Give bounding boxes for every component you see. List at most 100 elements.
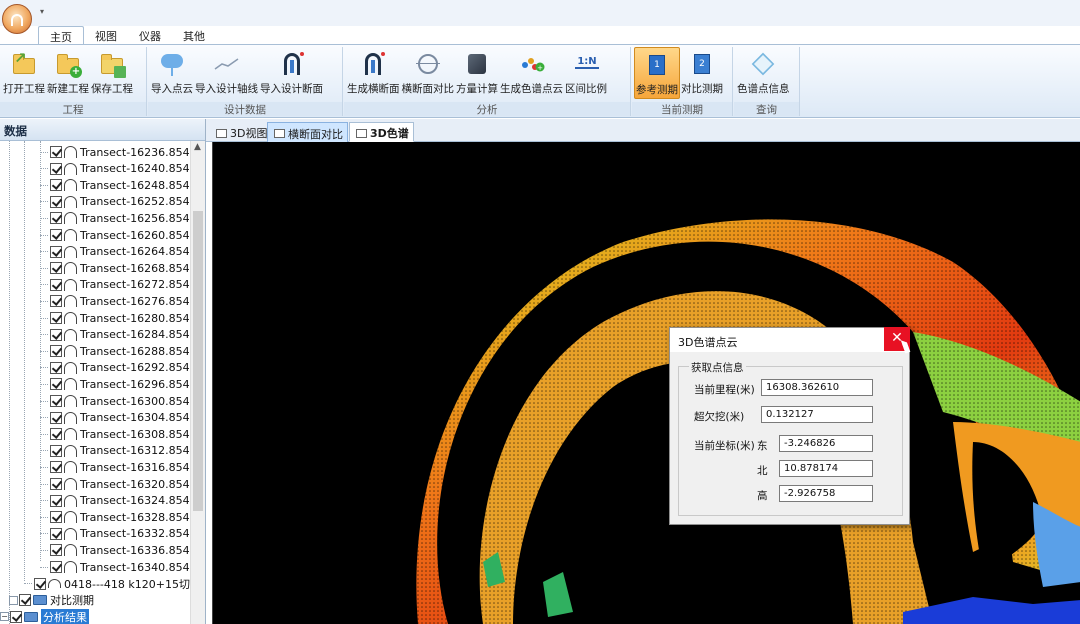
section-outline-icon bbox=[48, 579, 61, 589]
transect-item[interactable]: Transect-16300.854300 bbox=[40, 393, 190, 409]
save-project-button[interactable]: 保存工程 bbox=[90, 47, 134, 99]
generate-cross-section-button[interactable]: 生成横断面 bbox=[346, 47, 401, 99]
transect-item[interactable]: Transect-16264.854300 bbox=[40, 244, 190, 260]
transect-item[interactable]: Transect-16320.854300 bbox=[40, 476, 190, 492]
checkbox-checked[interactable] bbox=[50, 212, 62, 225]
interval-ratio-button[interactable]: 1:N 区间比例 bbox=[564, 47, 608, 99]
checkbox-checked[interactable] bbox=[50, 561, 62, 573]
checkbox-checked[interactable] bbox=[34, 577, 46, 590]
transect-item[interactable]: Transect-16336.854300 bbox=[40, 542, 190, 558]
checkbox-checked[interactable] bbox=[50, 328, 62, 341]
transect-item[interactable]: Transect-16288.854300 bbox=[40, 343, 190, 359]
checkbox-checked[interactable] bbox=[50, 179, 62, 192]
data-panel-scrollbar[interactable]: ▲ bbox=[190, 141, 205, 624]
generate-color-cloud-button[interactable]: + 生成色谱点云 bbox=[499, 47, 564, 99]
height-field[interactable] bbox=[779, 485, 873, 502]
scroll-thumb[interactable] bbox=[193, 211, 203, 511]
app-menu-button[interactable] bbox=[2, 4, 32, 34]
checkbox-checked[interactable] bbox=[50, 444, 62, 457]
transect-item[interactable]: Transect-16248.854300 bbox=[40, 177, 190, 193]
checkbox-checked[interactable] bbox=[50, 345, 62, 358]
checkbox-checked[interactable] bbox=[50, 146, 62, 158]
reference-period-button[interactable]: 1 参考测期 bbox=[634, 47, 680, 99]
checkbox-checked[interactable] bbox=[50, 494, 62, 507]
transect-item[interactable]: Transect-16292.854300 bbox=[40, 360, 190, 376]
color-point-info-button[interactable]: 色谱点信息 bbox=[736, 47, 791, 99]
transect-item[interactable]: Transect-16332.854300 bbox=[40, 526, 190, 542]
transect-item[interactable]: Transect-16268.854300 bbox=[40, 260, 190, 276]
checkbox-checked[interactable] bbox=[19, 594, 31, 607]
checkbox-checked[interactable] bbox=[50, 461, 62, 474]
transect-item[interactable]: Transect-16276.854300 bbox=[40, 293, 190, 309]
checkbox-checked[interactable] bbox=[50, 478, 62, 490]
import-design-axis-button[interactable]: 导入设计轴线 bbox=[194, 47, 259, 99]
transect-label: Transect-16272.854300 bbox=[80, 278, 190, 292]
transect-item[interactable]: Transect-16340.854300 bbox=[40, 559, 190, 575]
checkbox-checked[interactable] bbox=[50, 195, 62, 208]
3d-viewport[interactable] bbox=[212, 142, 1080, 624]
checkbox-checked[interactable] bbox=[50, 278, 62, 291]
tunnel-section-icon bbox=[64, 345, 77, 358]
analysis-results-node[interactable]: − 分析结果 bbox=[0, 608, 89, 624]
design-section-item[interactable]: 0418---418 k120+15切支 bbox=[24, 576, 190, 592]
quick-access-dropdown-icon[interactable]: ▾ bbox=[40, 7, 44, 16]
checkbox-checked[interactable] bbox=[50, 511, 62, 524]
checkbox-checked[interactable] bbox=[50, 395, 62, 407]
expand-toggle-icon[interactable]: − bbox=[0, 612, 9, 622]
checkbox-checked[interactable] bbox=[50, 378, 62, 391]
checkbox-checked[interactable] bbox=[10, 610, 22, 623]
overbreak-field[interactable] bbox=[761, 406, 873, 423]
cross-section-compare-button[interactable]: 横断面对比 bbox=[401, 47, 456, 99]
checkbox-checked[interactable] bbox=[50, 229, 62, 241]
dialog-close-button[interactable]: ✕ bbox=[884, 327, 911, 354]
tab-view[interactable]: 视图 bbox=[84, 26, 128, 44]
checkbox-checked[interactable] bbox=[50, 428, 62, 441]
north-field[interactable] bbox=[779, 460, 873, 477]
compare-period-node[interactable]: 对比测期 bbox=[9, 592, 94, 608]
checkbox-checked[interactable] bbox=[50, 262, 62, 275]
checkbox-checked[interactable] bbox=[50, 361, 62, 374]
tab-section-compare[interactable]: 横断面对比 bbox=[267, 122, 348, 142]
checkbox-checked[interactable] bbox=[50, 527, 62, 540]
transect-item[interactable]: Transect-16240.854300 bbox=[40, 161, 190, 177]
transect-item[interactable]: Transect-16308.854300 bbox=[40, 426, 190, 442]
transect-item[interactable]: Transect-16256.854300 bbox=[40, 210, 190, 226]
new-project-button[interactable]: + 新建工程 bbox=[46, 47, 90, 99]
transect-item[interactable]: Transect-16296.854300 bbox=[40, 376, 190, 392]
checkbox-checked[interactable] bbox=[50, 312, 62, 324]
tab-other[interactable]: 其他 bbox=[172, 26, 216, 44]
volume-calc-button[interactable]: 方量计算 bbox=[455, 47, 499, 99]
transect-item[interactable]: Transect-16260.854300 bbox=[40, 227, 190, 243]
transect-item[interactable]: Transect-16272.854300 bbox=[40, 277, 190, 293]
checkbox-checked[interactable] bbox=[50, 162, 62, 175]
point-cloud-render[interactable] bbox=[213, 142, 1080, 624]
open-project-button[interactable]: ↗ 打开工程 bbox=[2, 47, 46, 99]
import-point-cloud-button[interactable]: 导入点云 bbox=[150, 47, 194, 99]
checkbox-checked[interactable] bbox=[50, 544, 62, 557]
checkbox-checked[interactable] bbox=[50, 295, 62, 308]
transect-item[interactable]: Transect-16324.854300 bbox=[40, 493, 190, 509]
tab-3d-view[interactable]: 3D视图 bbox=[210, 122, 271, 142]
checkbox-checked[interactable] bbox=[50, 411, 62, 424]
transect-item[interactable]: Transect-16328.854300 bbox=[40, 509, 190, 525]
transect-item[interactable]: Transect-16316.854300 bbox=[40, 459, 190, 475]
scroll-up-icon[interactable]: ▲ bbox=[194, 142, 201, 152]
transect-item[interactable]: Transect-16304.854300 bbox=[40, 410, 190, 426]
import-design-section-button[interactable]: 导入设计断面 bbox=[259, 47, 324, 99]
tab-instrument[interactable]: 仪器 bbox=[128, 26, 172, 44]
transect-item[interactable]: Transect-16284.854300 bbox=[40, 327, 190, 343]
compare-period-button[interactable]: 2 对比测期 bbox=[680, 47, 724, 99]
transect-item[interactable]: Transect-16312.854300 bbox=[40, 443, 190, 459]
tab-home[interactable]: 主页 bbox=[38, 26, 84, 44]
tab-3d-color-map[interactable]: 3D色谱 bbox=[349, 122, 414, 142]
expand-toggle-icon[interactable] bbox=[9, 595, 18, 605]
east-field[interactable] bbox=[779, 435, 873, 452]
tunnel-section-icon bbox=[64, 195, 77, 208]
transect-item[interactable]: Transect-16236.854300 bbox=[40, 144, 190, 160]
window-icon bbox=[356, 128, 367, 138]
plus-icon: + bbox=[70, 66, 82, 78]
chainage-field[interactable] bbox=[761, 379, 873, 396]
transect-item[interactable]: Transect-16280.854300 bbox=[40, 310, 190, 326]
checkbox-checked[interactable] bbox=[50, 245, 62, 258]
transect-item[interactable]: Transect-16252.854300 bbox=[40, 194, 190, 210]
